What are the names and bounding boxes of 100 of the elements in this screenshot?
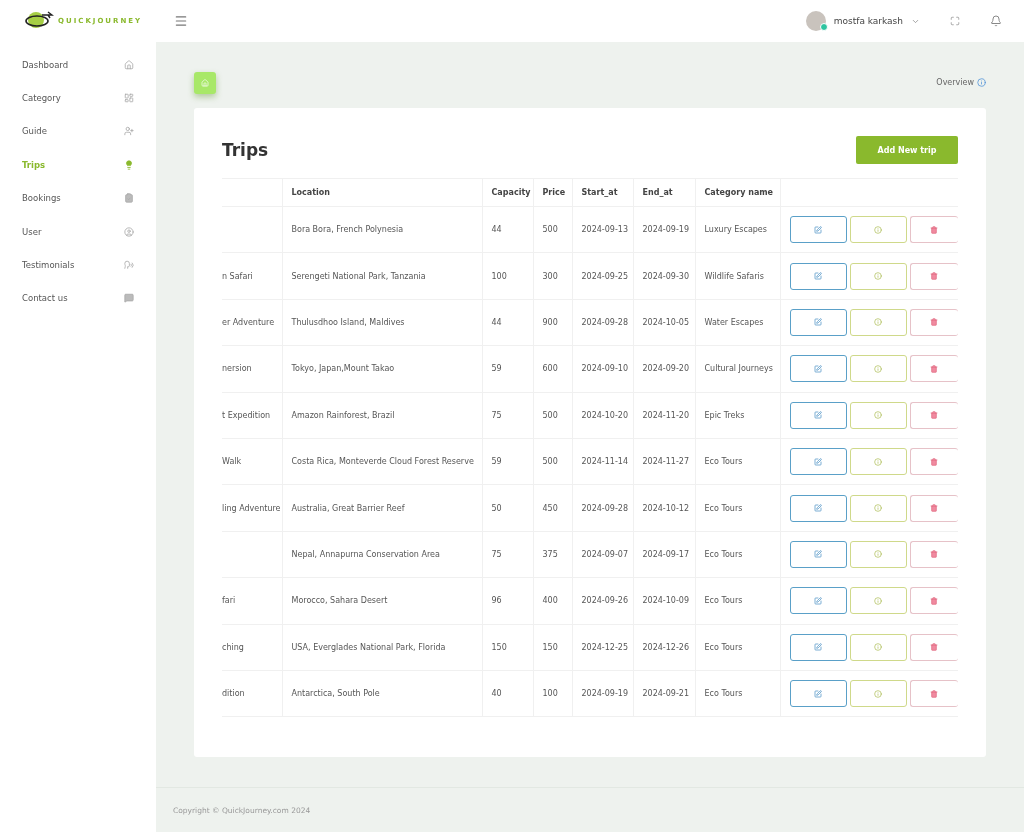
edit-button[interactable] (789, 633, 847, 661)
sidebar-item[interactable]: Testimonials (0, 248, 156, 282)
delete-button[interactable] (909, 633, 958, 661)
table-cell: 40 (491, 689, 502, 699)
overview-link[interactable]: Overview (936, 78, 986, 87)
edit-button[interactable] (789, 355, 847, 383)
table-cell: 2024-09-25 (581, 271, 628, 281)
table-cell: 2024-09-13 (581, 225, 628, 235)
details-button[interactable] (849, 680, 907, 708)
details-button[interactable] (849, 448, 907, 476)
table-cell: n Safari (222, 271, 253, 281)
info-icon (874, 225, 883, 234)
table-cell: 2024-09-19 (642, 225, 689, 235)
details-button[interactable] (849, 540, 907, 568)
user-circle-icon (124, 226, 134, 237)
edit-icon (814, 457, 823, 466)
info-icon (874, 318, 883, 327)
info-icon (874, 643, 883, 652)
delete-button[interactable] (909, 448, 958, 476)
column-header: Start_at (581, 188, 618, 197)
edit-button[interactable] (789, 401, 847, 429)
table-cell: Water Escapes (704, 317, 764, 327)
details-button[interactable] (849, 308, 907, 336)
table-cell: 59 (491, 457, 502, 467)
edit-button[interactable] (789, 680, 847, 708)
delete-button[interactable] (909, 540, 958, 568)
home-tile[interactable] (194, 72, 216, 94)
table-cell: 2024-12-26 (642, 642, 689, 652)
delete-button[interactable] (909, 308, 958, 336)
table-cell: Thulusdhoo Island, Maldives (291, 317, 405, 327)
delete-button[interactable] (909, 587, 958, 615)
details-button[interactable] (849, 262, 907, 290)
sidebar-item[interactable]: Dashboard (0, 48, 156, 82)
details-button[interactable] (849, 587, 907, 615)
edit-button[interactable] (789, 216, 847, 244)
details-button[interactable] (849, 216, 907, 244)
speaking-person-icon (124, 260, 134, 271)
trash-icon (930, 550, 939, 559)
table-cell: 2024-09-26 (581, 596, 628, 606)
table-cell: dition (222, 689, 245, 699)
details-button[interactable] (849, 355, 907, 383)
table-cell: 2024-11-20 (642, 410, 689, 420)
page-title: Trips (222, 140, 269, 160)
edit-button[interactable] (789, 540, 847, 568)
table-cell: 150 (542, 642, 558, 652)
avatar[interactable] (805, 11, 826, 31)
fullscreen-icon[interactable] (950, 16, 960, 26)
sidebar-item[interactable]: User (0, 214, 156, 249)
info-icon (874, 272, 883, 281)
table-cell: Australia, Great Barrier Reef (291, 503, 405, 513)
bell-icon[interactable] (990, 15, 1002, 27)
column-header: Price (542, 188, 566, 197)
delete-button[interactable] (909, 680, 958, 708)
trash-icon (930, 272, 939, 281)
table-cell: Eco Tours (704, 549, 743, 559)
delete-button[interactable] (909, 494, 958, 522)
edit-button[interactable] (789, 308, 847, 336)
table-cell: 500 (542, 225, 558, 235)
chat-icon (124, 293, 134, 304)
sidebar-item[interactable]: Contact us (0, 281, 156, 316)
info-icon (874, 550, 883, 559)
edit-button[interactable] (789, 262, 847, 290)
table-cell: 2024-09-07 (581, 549, 628, 559)
table-cell: 2024-10-12 (642, 503, 689, 513)
column-header: Capacity (491, 188, 531, 197)
menu-icon[interactable] (174, 14, 188, 28)
table-cell: Bora Bora, French Polynesia (291, 225, 404, 235)
delete-button[interactable] (909, 216, 958, 244)
table-cell: ling Adventure (222, 503, 281, 513)
table-cell: 44 (491, 225, 502, 235)
home-icon (201, 79, 209, 87)
table-cell: 150 (491, 642, 507, 652)
edit-button[interactable] (789, 494, 847, 522)
delete-button[interactable] (909, 355, 958, 383)
column-header: End_at (642, 188, 673, 197)
table-cell: Costa Rica, Monteverde Cloud Forest Reserve (291, 457, 474, 467)
edit-icon (814, 411, 823, 420)
table-cell: er Adventure (222, 317, 275, 327)
trash-icon (930, 225, 939, 234)
details-button[interactable] (849, 401, 907, 429)
delete-button[interactable] (909, 262, 958, 290)
edit-button[interactable] (789, 587, 847, 615)
sidebar-item[interactable]: Bookings (0, 181, 156, 215)
details-button[interactable] (849, 633, 907, 661)
table-cell: Eco Tours (704, 689, 743, 699)
user-name[interactable]: mostfa karkash (833, 16, 903, 26)
edit-icon (814, 643, 823, 652)
details-button[interactable] (849, 494, 907, 522)
sidebar-item[interactable]: Category (0, 81, 156, 115)
info-icon (874, 411, 883, 420)
table-cell: 50 (491, 503, 502, 513)
table-cell: 2024-09-10 (581, 364, 628, 374)
delete-button[interactable] (909, 401, 958, 429)
info-icon (874, 596, 883, 605)
edit-icon (814, 596, 823, 605)
edit-button[interactable] (789, 448, 847, 476)
edit-icon (814, 364, 823, 373)
table-cell: Nepal, Annapurna Conservation Area (291, 549, 440, 559)
info-icon (874, 689, 883, 698)
sidebar-item[interactable]: Guide (0, 114, 156, 149)
